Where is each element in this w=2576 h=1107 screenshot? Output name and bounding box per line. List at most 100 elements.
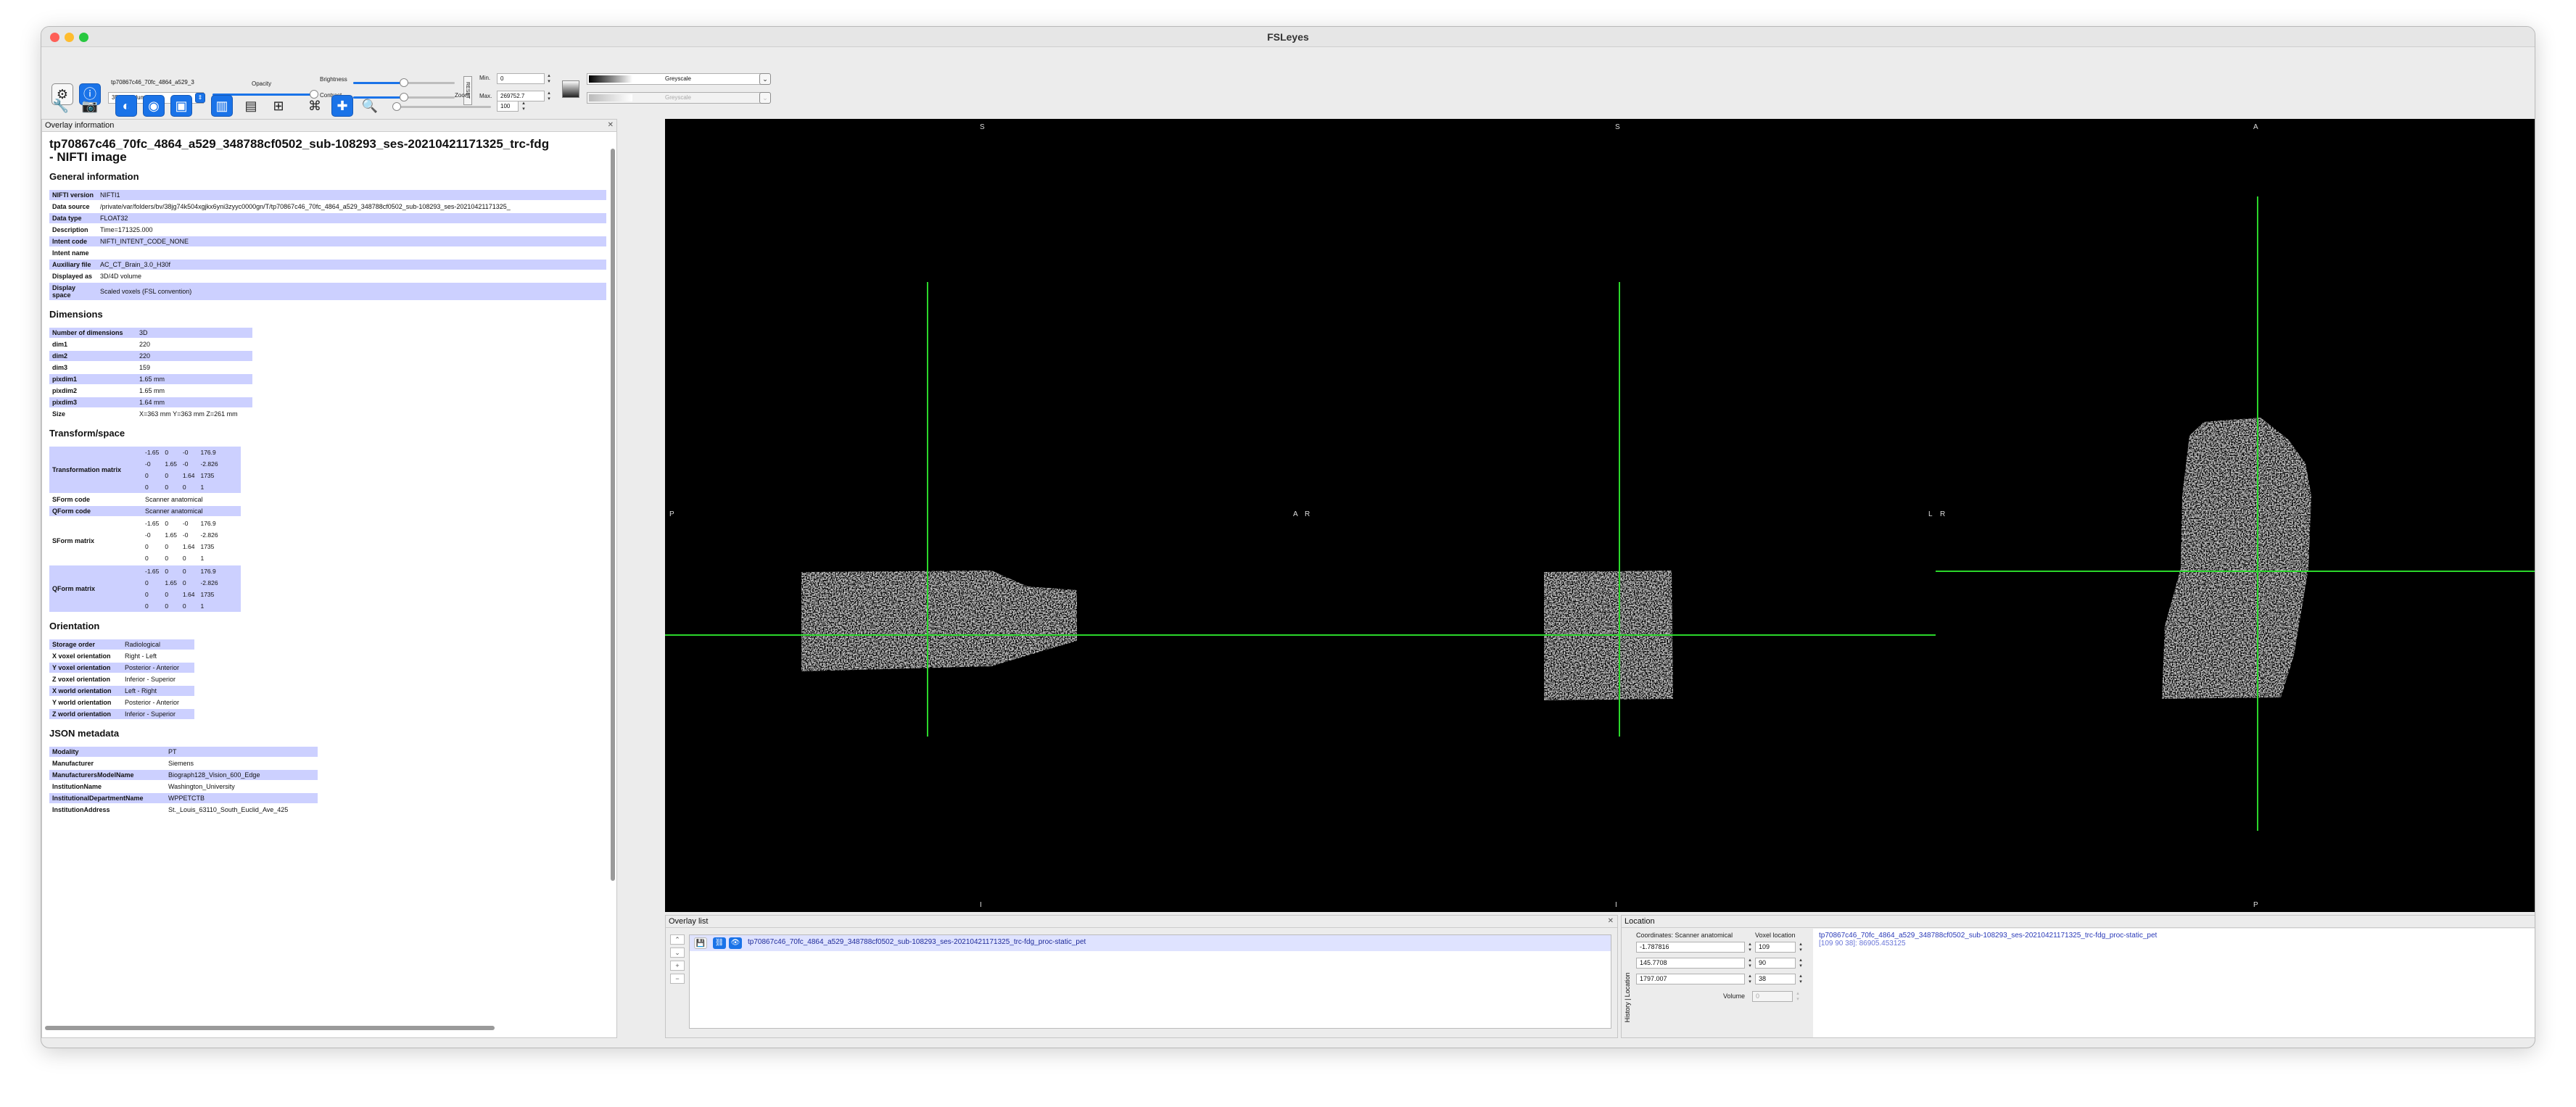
ortho-canvas[interactable]: S I P A S I R L A P R L — [665, 119, 2535, 912]
axial-view-icon[interactable]: ▣ — [170, 95, 192, 117]
coordinate-input[interactable]: 1797.007 — [1636, 974, 1745, 984]
chevron-down-icon[interactable]: ⌄ — [759, 73, 771, 85]
info-value: Left - Right — [122, 686, 194, 696]
ortho-toolbar: 🔧 📷 ◐ ◉ ▣ ▥ ▤ ⊞ ⌘ ✚ 🔍 Zoom 100 ▴ ▾ — [41, 92, 781, 118]
info-value: 3D — [136, 328, 252, 338]
info-key: Display space — [49, 283, 97, 300]
info-row: Number of dimensions 3D — [49, 328, 252, 338]
vertical-layout-icon[interactable]: ▤ — [240, 95, 262, 117]
coordinate-stepper[interactable]: ▴ ▾ — [1746, 974, 1754, 985]
zoom-slider[interactable] — [392, 102, 491, 111]
overlay-list-header: Overlay list ✕ — [666, 916, 1617, 928]
title-bar: FSLeyes — [41, 27, 2535, 47]
matrix-cell: 0 — [182, 579, 186, 586]
overlay-info-panel: Overlay information ✕ tp70867c46_70fc_48… — [41, 119, 617, 1038]
info-value: 1.64 mm — [136, 397, 252, 407]
matrix-cell: -0 — [182, 531, 189, 539]
zoom-input[interactable]: 100 — [497, 101, 519, 112]
volume-input[interactable]: 0 — [1752, 991, 1793, 1002]
volume-stepper[interactable]: ▴ ▾ — [1794, 991, 1801, 1003]
info-row: Size X=363 mm Y=363 mm Z=261 mm — [49, 409, 252, 419]
remove-overlay-button[interactable]: − — [670, 974, 685, 984]
info-key: Data source — [49, 202, 97, 212]
info-value: St._Louis_63110_South_Euclid_Ave_425 — [165, 805, 318, 815]
history-location-tabs[interactable]: History | Location — [1624, 972, 1631, 1022]
info-key: dim2 — [49, 351, 136, 361]
location-overlay-name: tp70867c46_70fc_4864_a529_348788cf0502_s… — [1819, 932, 2158, 940]
coordinate-input[interactable]: -1.787816 — [1636, 942, 1745, 953]
save-icon[interactable]: 💾 — [694, 937, 707, 949]
info-row: ManufacturersModelName Biograph128_Vision… — [49, 770, 318, 780]
info-row: Z world orientation Inferior - Superior — [49, 709, 194, 719]
sagittal-view-icon[interactable]: ◐ — [115, 95, 137, 117]
coronal-bottom-label: I — [1615, 901, 1617, 909]
section-json: JSON metadata — [49, 728, 120, 739]
eye-icon[interactable]: 👁 — [729, 937, 742, 949]
zoom-stepper[interactable]: ▴ ▾ — [520, 101, 527, 112]
camera-icon[interactable]: 📷 — [79, 95, 101, 117]
voxel-input[interactable]: 38 — [1755, 974, 1796, 984]
matrix-cell: 1735 — [200, 543, 215, 550]
horizontal-scrollbar[interactable] — [45, 1026, 495, 1030]
overlay-list-title: Overlay list — [669, 917, 709, 926]
add-overlay-button[interactable]: + — [670, 961, 685, 971]
matrix-cell: 1.64 — [182, 591, 195, 598]
move-up-button[interactable]: ⌃ — [670, 934, 685, 945]
coronal-view-icon[interactable]: ◉ — [143, 95, 165, 117]
crosshair-icon[interactable]: ✚ — [331, 95, 353, 117]
matrix-cell: 0 — [182, 602, 186, 610]
section-general: General information — [49, 171, 139, 182]
overlay-list-item[interactable]: 💾 ⛓ 👁 tp70867c46_70fc_4864_a529_348788cf… — [690, 935, 1611, 951]
voxel-stepper[interactable]: ▴ ▾ — [1797, 958, 1804, 969]
overlay-list-panel: Overlay list ✕ ⌃ ⌄ + − 💾 ⛓ 👁 tp70867c46_… — [665, 915, 1618, 1038]
show-labels-icon[interactable]: ⌘ — [304, 95, 326, 117]
voxel-input[interactable]: 109 — [1755, 942, 1796, 953]
location-tab[interactable]: Location — [1624, 972, 1631, 997]
info-key: pixdim1 — [49, 374, 136, 384]
move-down-button[interactable]: ⌄ — [670, 948, 685, 958]
fsleyes-window: FSLeyes ⚙ ⓘ tp70867c46_70fc_4864_a529_3 … — [41, 26, 2535, 1048]
overlay-heading: tp70867c46_70fc_4864_a529_348788cf0502_s… — [49, 137, 550, 164]
info-value: PT — [165, 747, 318, 757]
link-icon[interactable]: ⛓ — [713, 937, 726, 949]
matrix-cell: -0 — [145, 460, 151, 468]
close-icon[interactable]: ✕ — [1608, 917, 1614, 925]
min-stepper[interactable]: ▴ ▾ — [545, 73, 553, 85]
voxel-input[interactable]: 90 — [1755, 958, 1796, 969]
info-key: Z world orientation — [49, 709, 122, 719]
matrix-cell: 1 — [200, 555, 205, 562]
zoom-icon[interactable]: 🔍 — [359, 95, 381, 117]
info-row: Y world orientation Posterior - Anterior — [49, 697, 194, 708]
info-row: Displayed as 3D/4D volume — [49, 271, 606, 281]
close-icon[interactable]: ✕ — [608, 121, 614, 129]
voxel-stepper[interactable]: ▴ ▾ — [1797, 974, 1804, 985]
grid-layout-icon[interactable]: ⊞ — [268, 95, 289, 117]
axial-left-label: R — [1940, 510, 1946, 518]
info-row: X voxel orientation Right - Left — [49, 651, 194, 661]
matrix-cell: 0 — [165, 568, 169, 575]
wrench-icon[interactable]: 🔧 — [50, 95, 72, 117]
info-value: AC_CT_Brain_3.0_H30f — [97, 260, 606, 270]
coordinate-stepper[interactable]: ▴ ▾ — [1746, 958, 1754, 969]
coords-header: Coordinates: Scanner anatomical — [1636, 932, 1733, 939]
voxel-stepper[interactable]: ▴ ▾ — [1797, 942, 1804, 953]
qform-matrix: -1.65 0 0 176.9 0 1.65 0 -2.826 0 0 1.64 1735 0 0 0 1 — [142, 565, 221, 612]
sagittal-bottom-label: I — [980, 901, 982, 909]
min-input[interactable]: 0 — [497, 73, 545, 84]
colour-map-select[interactable]: Greyscale — [587, 73, 769, 85]
history-tab[interactable]: History — [1624, 1002, 1631, 1022]
info-row: Data type FLOAT32 — [49, 213, 606, 223]
info-row: pixdim2 1.65 mm — [49, 386, 252, 396]
brightness-slider[interactable] — [353, 78, 455, 87]
info-row: Y voxel orientation Posterior - Anterior — [49, 663, 194, 673]
info-value: Inferior - Superior — [122, 674, 194, 684]
info-key: InstitutionAddress — [49, 805, 165, 815]
horizontal-layout-icon[interactable]: ▥ — [211, 95, 233, 117]
matrix-cell: 0 — [145, 555, 149, 562]
coordinate-stepper[interactable]: ▴ ▾ — [1746, 942, 1754, 953]
coordinate-input[interactable]: 145.7708 — [1636, 958, 1745, 969]
qform-matrix-label: QForm matrix — [49, 565, 142, 612]
matrix-cell: 176.9 — [200, 568, 216, 575]
vertical-scrollbar[interactable] — [611, 149, 615, 881]
matrix-cell: -1.65 — [145, 568, 160, 575]
